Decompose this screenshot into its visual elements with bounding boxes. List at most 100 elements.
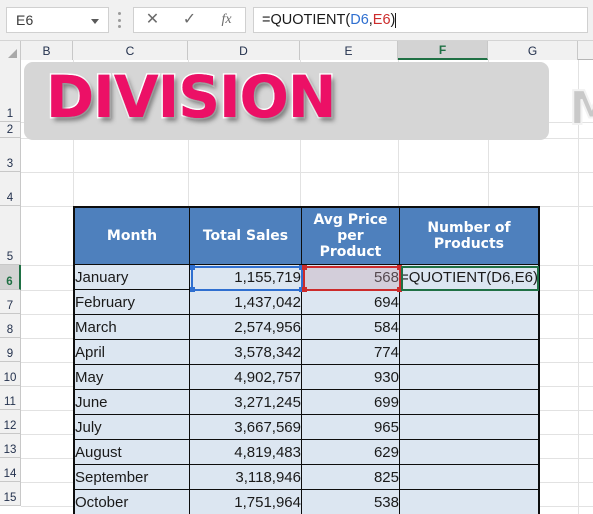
row-header-14[interactable]: 14: [0, 458, 21, 482]
column-header-f[interactable]: F: [398, 41, 488, 60]
row-header-6[interactable]: 6: [0, 265, 21, 290]
cell-total-sales[interactable]: 3,271,245: [189, 389, 302, 415]
cell-number-of-products[interactable]: [399, 489, 539, 514]
cell-month[interactable]: July: [74, 414, 190, 440]
row-header-4[interactable]: 4: [0, 172, 21, 206]
formula-ref-e6: E6: [372, 12, 391, 28]
cell-avg-price[interactable]: 694: [301, 289, 400, 315]
cell-total-sales[interactable]: 4,819,483: [189, 439, 302, 465]
header-line: Number of: [427, 219, 511, 236]
table-head: Month Total Sales Avg Price per Product N…: [74, 207, 539, 265]
table-row: September 3,118,946 825: [74, 464, 539, 490]
vertical-dots-separator: [118, 12, 121, 28]
chevron-down-icon[interactable]: [91, 19, 99, 24]
cell-month[interactable]: August: [74, 439, 190, 465]
cell-total-sales[interactable]: 4,902,757: [189, 364, 302, 390]
row-header-12[interactable]: 12: [0, 410, 21, 434]
select-all-icon: [8, 49, 17, 58]
division-banner[interactable]: DIVISION DIVISION: [24, 62, 549, 140]
cell-number-of-products[interactable]: [399, 389, 539, 415]
function-icon: fx: [221, 12, 232, 27]
table-body: January 1,155,719 568 =QUOTIENT(D6,E6) Febru…: [74, 264, 539, 514]
cell-total-sales[interactable]: 3,118,946: [189, 464, 302, 490]
column-header-number-of-products: Number of Products: [399, 207, 539, 265]
cell-avg-price[interactable]: 774: [301, 339, 400, 365]
name-box[interactable]: E6: [6, 7, 109, 33]
cell-avg-price[interactable]: 629: [301, 439, 400, 465]
banner-partial-text: M: [569, 85, 593, 131]
cell-number-of-products[interactable]: [399, 464, 539, 490]
column-header-month: Month: [74, 207, 190, 265]
cell-total-sales[interactable]: 3,578,342: [189, 339, 302, 365]
column-headers: BCDEFG: [0, 41, 593, 60]
cell-avg-price[interactable]: 584: [301, 314, 400, 340]
table-row: July 3,667,569 965: [74, 414, 539, 440]
select-all-corner[interactable]: [0, 41, 21, 60]
column-header-d[interactable]: D: [188, 41, 300, 60]
cell-total-sales[interactable]: 2,574,956: [189, 314, 302, 340]
column-header-b[interactable]: B: [21, 41, 73, 60]
header-line: per Product: [319, 227, 382, 261]
row-header-10[interactable]: 10: [0, 362, 21, 386]
cell-month[interactable]: May: [74, 364, 190, 390]
name-box-value: E6: [16, 12, 34, 28]
column-header-g[interactable]: G: [488, 41, 578, 60]
column-header-e[interactable]: E: [300, 41, 398, 60]
cancel-button[interactable]: ✕: [134, 8, 171, 32]
cell-avg-price[interactable]: 699: [301, 389, 400, 415]
table-row: March 2,574,956 584: [74, 314, 539, 340]
column-header-avg-price: Avg Price per Product: [301, 207, 400, 265]
cell-month[interactable]: February: [74, 289, 190, 315]
column-header-c[interactable]: C: [73, 41, 188, 60]
table-row: May 4,902,757 930: [74, 364, 539, 390]
row-header-8[interactable]: 8: [0, 314, 21, 338]
cell-total-sales[interactable]: 1,437,042: [189, 289, 302, 315]
cell-total-sales[interactable]: 1,155,719: [189, 264, 302, 290]
cell-avg-price[interactable]: 825: [301, 464, 400, 490]
cell-avg-price[interactable]: 538: [301, 489, 400, 514]
cell-number-of-products[interactable]: [399, 314, 539, 340]
insert-function-button[interactable]: fx: [208, 8, 245, 32]
cell-month[interactable]: September: [74, 464, 190, 490]
gridline-horizontal: [21, 172, 593, 173]
cell-number-of-products[interactable]: =QUOTIENT(D6,E6): [399, 264, 539, 290]
cell-avg-price[interactable]: 930: [301, 364, 400, 390]
row-header-15[interactable]: 15: [0, 482, 21, 506]
cell-total-sales[interactable]: 3,667,569: [189, 414, 302, 440]
row-header-5[interactable]: 5: [0, 206, 21, 265]
row-header-11[interactable]: 11: [0, 386, 21, 410]
cell-number-of-products[interactable]: [399, 414, 539, 440]
formula-input[interactable]: =QUOTIENT(D6, E6): [253, 7, 588, 33]
row-header-1[interactable]: 1: [0, 60, 21, 122]
formula-bar-strip: E6 ✕ ✓ fx =QUOTIENT(D6, E6): [0, 0, 593, 41]
cell-total-sales[interactable]: 1,751,964: [189, 489, 302, 514]
table-row: October 1,751,964 538: [74, 489, 539, 514]
header-line: Products: [433, 236, 505, 252]
cell-month[interactable]: January: [74, 264, 190, 290]
row-header-2[interactable]: 2: [0, 122, 21, 138]
table-header-row: Month Total Sales Avg Price per Product N…: [74, 207, 539, 265]
cell-month[interactable]: March: [74, 314, 190, 340]
enter-button[interactable]: ✓: [171, 8, 208, 32]
cell-number-of-products[interactable]: [399, 289, 539, 315]
table-row: August 4,819,483 629: [74, 439, 539, 465]
close-icon: ✕: [145, 11, 160, 28]
data-table-wrapper: Month Total Sales Avg Price per Product N…: [73, 206, 540, 514]
row-header-3[interactable]: 3: [0, 138, 21, 172]
header-line: Month: [106, 227, 158, 244]
banner-title: DIVISION: [46, 63, 336, 131]
cell-avg-price[interactable]: 965: [301, 414, 400, 440]
cell-month[interactable]: April: [74, 339, 190, 365]
cell-number-of-products[interactable]: [399, 339, 539, 365]
cell-avg-price[interactable]: 568: [301, 264, 400, 290]
header-line: Total Sales: [202, 227, 289, 244]
cell-month[interactable]: June: [74, 389, 190, 415]
worksheet-grid[interactable]: DIVISION DIVISION M Month Total Sales Av…: [21, 60, 593, 514]
header-line: Avg Price: [313, 211, 388, 228]
cell-month[interactable]: October: [74, 489, 190, 514]
cell-number-of-products[interactable]: [399, 364, 539, 390]
cell-number-of-products[interactable]: [399, 439, 539, 465]
row-header-9[interactable]: 9: [0, 338, 21, 362]
row-header-13[interactable]: 13: [0, 434, 21, 458]
row-header-7[interactable]: 7: [0, 290, 21, 314]
